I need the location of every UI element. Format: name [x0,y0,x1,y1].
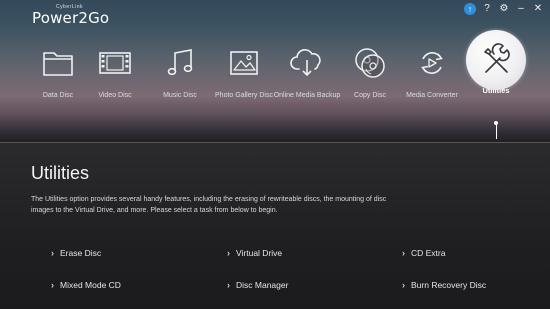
help-icon[interactable]: ? [481,3,493,15]
nav-label-music-disc: Music Disc [163,92,197,99]
chevron-right-icon: › [227,280,230,290]
nav-label-photo-gallery-disc: Photo Gallery Disc [215,92,273,99]
nav-utilities[interactable]: Utilities [460,30,532,139]
task-label: CD Extra [411,248,446,258]
nav-label-media-converter: Media Converter [406,92,458,99]
nav-media-converter[interactable]: Media Converter [396,30,468,125]
power2go-window: CyberLink Power2Go ↑ ? ⚙ – ✕ Data Disc V… [0,0,550,309]
nav-online-media-backup[interactable]: Online Media Backup [271,30,343,125]
folder-icon [39,44,77,82]
chevron-right-icon: › [402,248,405,258]
task-label: Burn Recovery Disc [411,280,487,290]
nav-label-video-disc: Video Disc [98,92,132,99]
close-icon[interactable]: ✕ [532,3,544,15]
tools-icon [477,41,515,79]
brand-name: Power2Go [32,9,110,27]
minimize-icon[interactable]: – [515,3,527,15]
task-mixed-mode-cd[interactable]: › Mixed Mode CD [51,280,121,290]
film-icon [96,44,134,82]
window-controls: ↑ ? ⚙ – ✕ [464,3,544,15]
chevron-right-icon: › [51,248,54,258]
settings-gear-icon[interactable]: ⚙ [498,3,510,15]
task-cd-extra[interactable]: › CD Extra [402,248,445,258]
top-ribbon: CyberLink Power2Go ↑ ? ⚙ – ✕ Data Disc V… [0,0,550,142]
task-disc-manager[interactable]: › Disc Manager [227,280,288,290]
task-virtual-drive[interactable]: › Virtual Drive [227,248,282,258]
cloud-download-icon [288,44,326,82]
task-label: Virtual Drive [236,248,283,258]
convert-icon [413,44,451,82]
utilities-panel: Utilities The Utilities option provides … [0,142,550,309]
chevron-right-icon: › [402,280,405,290]
nav-music-disc[interactable]: Music Disc [144,30,216,125]
nav-label-online-media-backup: Online Media Backup [273,92,341,99]
chevron-right-icon: › [51,280,54,290]
update-icon[interactable]: ↑ [464,3,476,15]
nav-video-disc[interactable]: Video Disc [79,30,151,125]
task-label: Disc Manager [236,280,289,290]
task-erase-disc[interactable]: › Erase Disc [51,248,101,258]
task-label: Mixed Mode CD [60,280,121,290]
page-description: The Utilities option provides several ha… [31,196,387,214]
page-title: Utilities [31,163,90,183]
nav-photo-gallery-disc[interactable]: Photo Gallery Disc [208,30,280,125]
copy-disc-icon [351,44,389,82]
task-burn-recovery-disc[interactable]: › Burn Recovery Disc [402,280,486,290]
task-label: Erase Disc [60,248,102,258]
photo-icon [225,44,263,82]
active-indicator-line [495,125,497,139]
music-note-icon [161,44,199,82]
chevron-right-icon: › [227,248,230,258]
